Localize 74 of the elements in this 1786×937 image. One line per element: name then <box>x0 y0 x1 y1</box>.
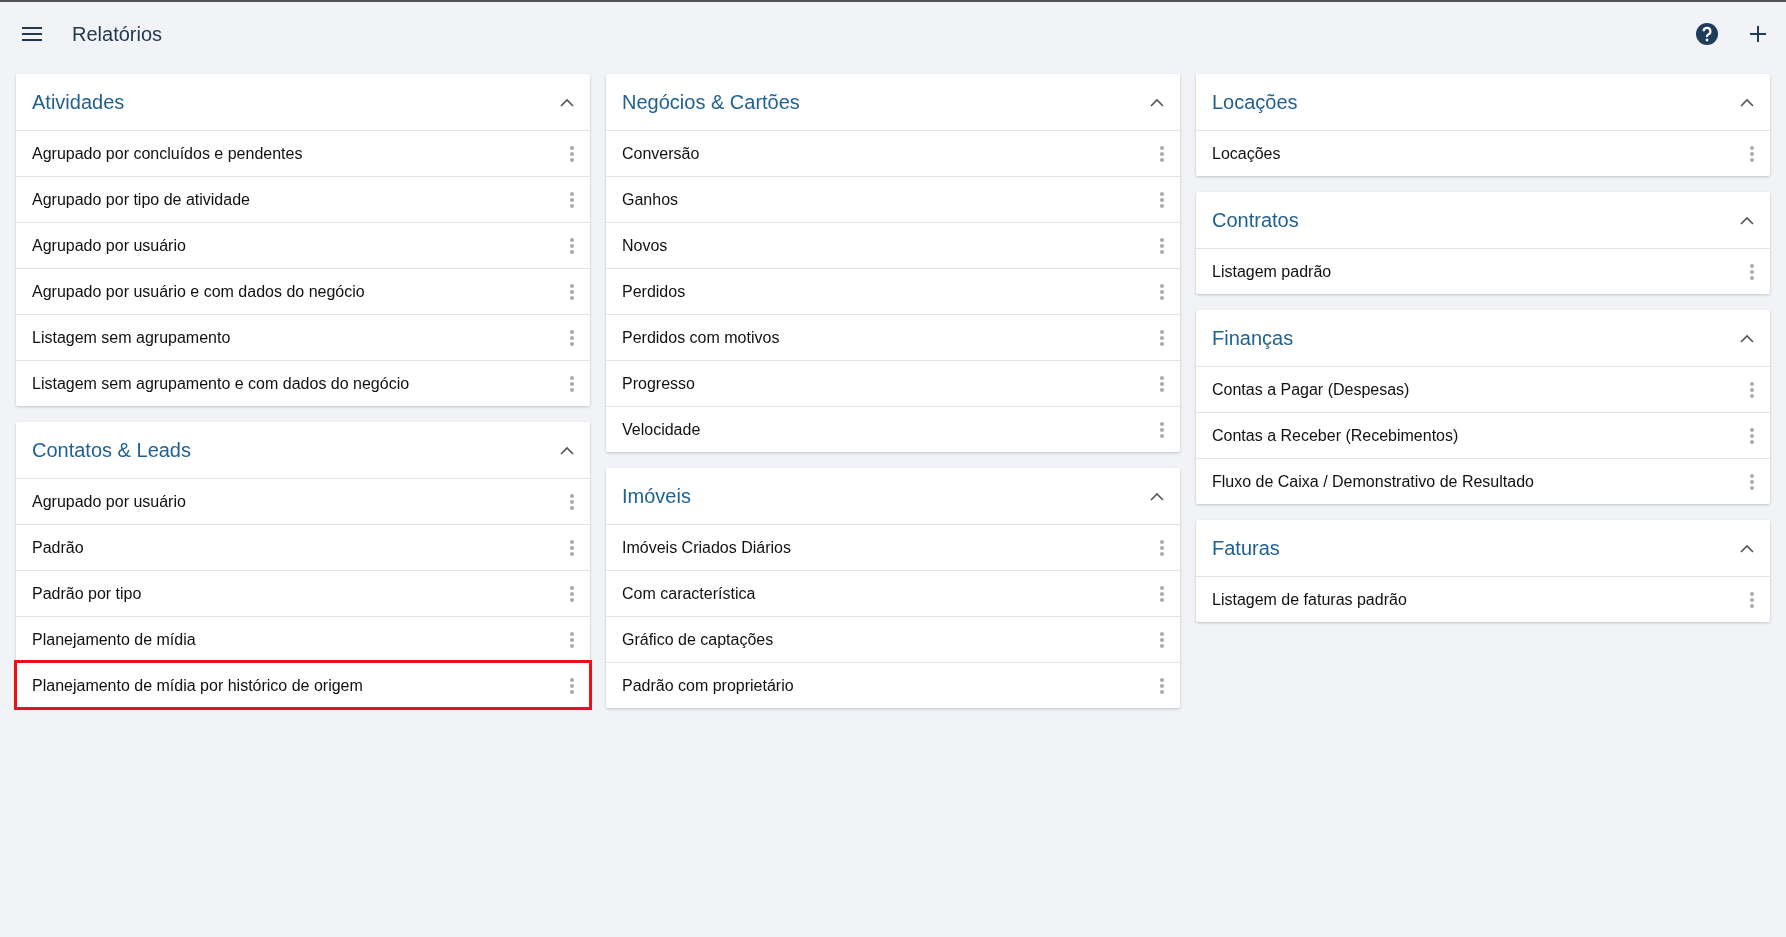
report-item[interactable]: Gráfico de captações <box>606 616 1180 662</box>
report-item[interactable]: Listagem sem agrupamento <box>16 314 590 360</box>
card-title: Contatos & Leads <box>32 438 191 463</box>
more-options-icon[interactable] <box>1750 381 1754 398</box>
chevron-up-icon[interactable] <box>560 97 574 107</box>
chevron-up-icon[interactable] <box>1740 543 1754 553</box>
report-item[interactable]: Com característica <box>606 570 1180 616</box>
report-item[interactable]: Conversão <box>606 130 1180 176</box>
more-options-icon[interactable] <box>1160 421 1164 438</box>
report-item[interactable]: Padrão com proprietário <box>606 662 1180 708</box>
chevron-up-icon[interactable] <box>1150 97 1164 107</box>
menu-icon[interactable] <box>22 27 42 41</box>
chevron-up-icon[interactable] <box>1740 333 1754 343</box>
report-item[interactable]: Contas a Receber (Recebimentos) <box>1196 412 1770 458</box>
more-options-icon[interactable] <box>1750 473 1754 490</box>
report-item[interactable]: Agrupado por usuário e com dados do negócio <box>16 268 590 314</box>
report-item[interactable]: Perdidos com motivos <box>606 314 1180 360</box>
more-options-icon[interactable] <box>570 631 574 648</box>
card-title: Negócios & Cartões <box>622 90 800 115</box>
chevron-up-icon[interactable] <box>1150 491 1164 501</box>
report-item[interactable]: Progresso <box>606 360 1180 406</box>
more-options-icon[interactable] <box>1160 539 1164 556</box>
report-item[interactable]: Planejamento de mídia <box>16 616 590 662</box>
more-options-icon[interactable] <box>1160 237 1164 254</box>
report-item[interactable]: Fluxo de Caixa / Demonstrativo de Resultado <box>1196 458 1770 504</box>
report-item[interactable]: Listagem de faturas padrão <box>1196 576 1770 622</box>
more-options-icon[interactable] <box>570 329 574 346</box>
report-item[interactable]: Perdidos <box>606 268 1180 314</box>
report-item[interactable]: Padrão por tipo <box>16 570 590 616</box>
more-options-icon[interactable] <box>1160 631 1164 648</box>
report-item[interactable]: Agrupado por concluídos e pendentes <box>16 130 590 176</box>
report-item[interactable]: Agrupado por usuário <box>16 478 590 524</box>
report-item[interactable]: Listagem sem agrupamento e com dados do negócio <box>16 360 590 406</box>
more-options-icon[interactable] <box>1750 263 1754 280</box>
page-title: Relatórios <box>72 22 163 47</box>
more-options-icon[interactable] <box>570 677 574 694</box>
more-options-icon[interactable] <box>1160 677 1164 694</box>
more-options-icon[interactable] <box>570 493 574 510</box>
card-title: Atividades <box>32 90 125 115</box>
more-options-icon[interactable] <box>1160 283 1164 300</box>
highlighted-report-item[interactable]: Planejamento de mídia por histórico de origem <box>16 662 590 708</box>
card-title: Locações <box>1212 90 1298 115</box>
report-item[interactable]: Agrupado por usuário <box>16 222 590 268</box>
more-options-icon[interactable] <box>1750 145 1754 162</box>
report-item[interactable]: Velocidade <box>606 406 1180 452</box>
chevron-up-icon[interactable] <box>560 445 574 455</box>
report-item[interactable]: Ganhos <box>606 176 1180 222</box>
report-item[interactable]: Imóveis Criados Diários <box>606 524 1180 570</box>
report-item[interactable]: Listagem padrão <box>1196 248 1770 294</box>
more-options-icon[interactable] <box>570 539 574 556</box>
report-item[interactable]: Contas a Pagar (Despesas) <box>1196 366 1770 412</box>
more-options-icon[interactable] <box>1160 585 1164 602</box>
more-options-icon[interactable] <box>570 585 574 602</box>
report-item[interactable]: Locações <box>1196 130 1770 176</box>
more-options-icon[interactable] <box>1750 427 1754 444</box>
more-options-icon[interactable] <box>1750 591 1754 608</box>
card-title: Finanças <box>1212 326 1294 351</box>
card-title: Contratos <box>1212 208 1299 233</box>
report-item[interactable]: Agrupado por tipo de atividade <box>16 176 590 222</box>
more-options-icon[interactable] <box>1160 145 1164 162</box>
card-title: Imóveis <box>622 484 691 509</box>
more-options-icon[interactable] <box>570 191 574 208</box>
more-options-icon[interactable] <box>570 375 574 392</box>
card-title: Faturas <box>1212 536 1280 561</box>
more-options-icon[interactable] <box>1160 329 1164 346</box>
report-item[interactable]: Novos <box>606 222 1180 268</box>
more-options-icon[interactable] <box>1160 191 1164 208</box>
more-options-icon[interactable] <box>570 145 574 162</box>
report-item[interactable]: Padrão <box>16 524 590 570</box>
chevron-up-icon[interactable] <box>1740 97 1754 107</box>
more-options-icon[interactable] <box>570 237 574 254</box>
more-options-icon[interactable] <box>570 283 574 300</box>
more-options-icon[interactable] <box>1160 375 1164 392</box>
chevron-up-icon[interactable] <box>1740 215 1754 225</box>
